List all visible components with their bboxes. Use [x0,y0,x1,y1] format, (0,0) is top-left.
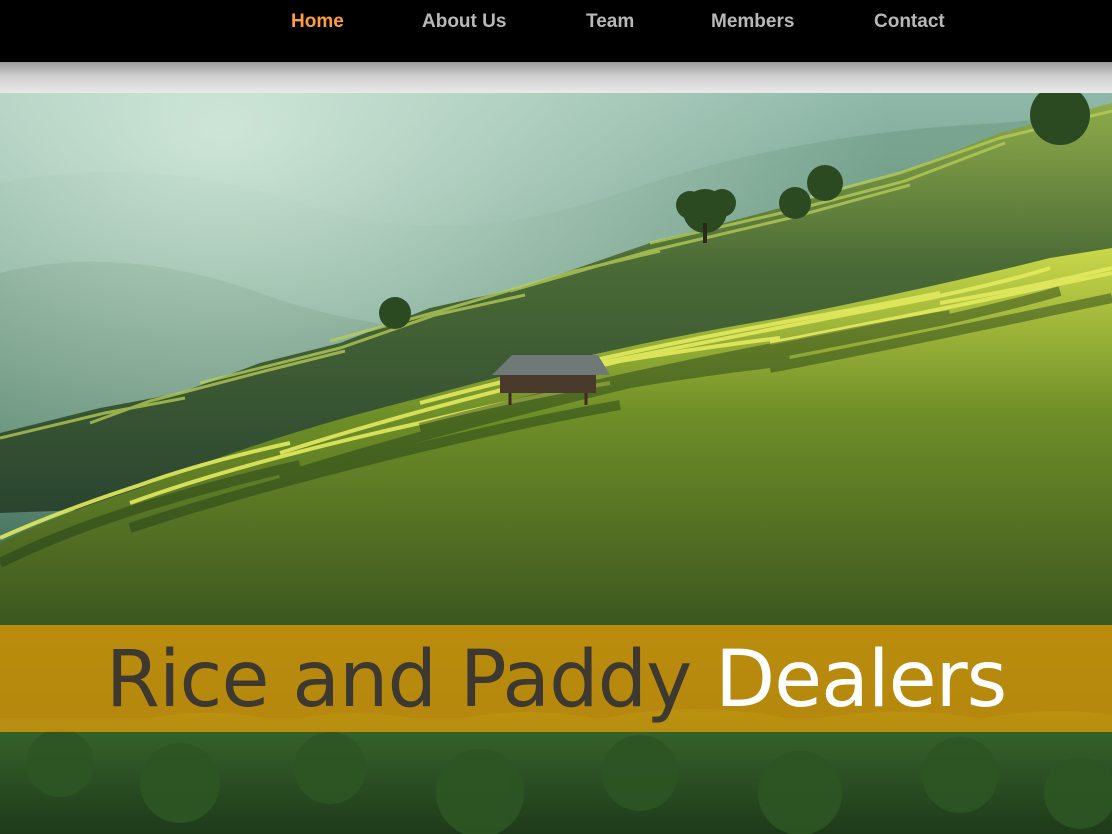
navbar-shadow-divider [0,62,1112,93]
nav-link-contact[interactable]: Contact [874,11,945,33]
nav-link-team[interactable]: Team [586,11,634,33]
hero-title-banner: Rice and Paddy Dealers [0,625,1112,732]
top-navbar: Home About Us Team Members Contact [0,0,1112,62]
hero-title-light-part: Dealers [715,634,1007,725]
hero-title-dark-part: Rice and Paddy [105,634,693,725]
hero-title: Rice and Paddy Dealers [106,641,1008,719]
nav-link-members[interactable]: Members [711,11,794,33]
nav-link-about-us[interactable]: About Us [422,11,506,33]
nav-link-home[interactable]: Home [291,11,344,33]
hero-section: Rice and Paddy Dealers [0,93,1112,834]
